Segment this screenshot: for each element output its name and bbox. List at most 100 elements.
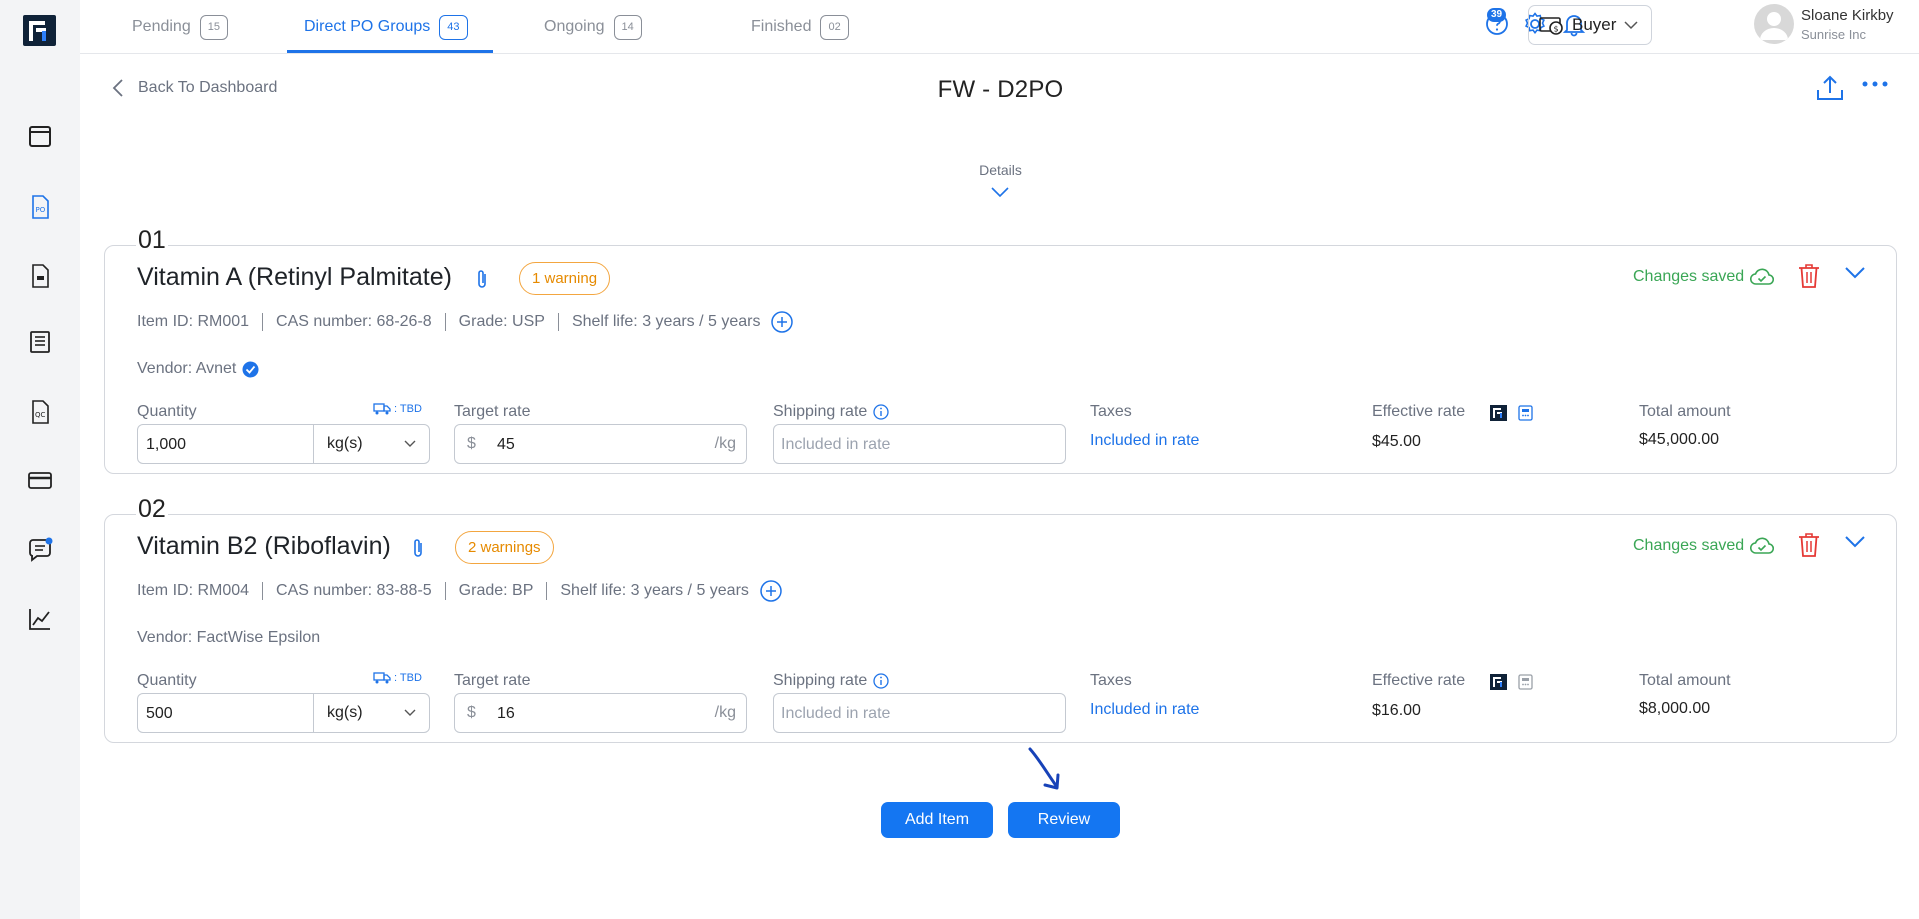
unit-select[interactable]: kg(s) [313, 693, 430, 733]
effective-rate-value: $16.00 [1372, 702, 1421, 719]
add-circle-icon[interactable] [759, 579, 783, 603]
vendor-name: Vendor: FactWise Epsilon [137, 629, 321, 646]
more-options-icon[interactable] [1862, 80, 1888, 88]
upload-icon[interactable] [1815, 74, 1845, 102]
rate-unit: /kg [714, 704, 736, 721]
warning-badge[interactable]: 2 warnings [455, 531, 554, 564]
user-name[interactable]: Sloane Kirkby [1801, 7, 1894, 24]
analytics-chart-icon[interactable] [26, 605, 54, 633]
avatar[interactable] [1754, 4, 1794, 44]
target-rate-input[interactable]: $ 16 /kg [454, 693, 747, 733]
chevron-down-icon[interactable] [1844, 266, 1866, 280]
divider [262, 582, 264, 600]
info-icon[interactable] [873, 673, 889, 689]
shipping-rate-input[interactable]: Included in rate [773, 693, 1066, 733]
total-amount-value: $8,000.00 [1639, 700, 1711, 717]
item-number: 01 [136, 226, 168, 254]
paperclip-icon[interactable] [475, 268, 489, 290]
target-rate-value: 16 [497, 705, 515, 722]
truck-icon [373, 403, 391, 415]
delivery-tbd[interactable]: : TBD [373, 403, 422, 415]
divider [557, 313, 559, 331]
changes-saved-status: Changes saved [1633, 537, 1775, 555]
chat-icon[interactable] [26, 536, 54, 564]
tab-direct-po-groups[interactable]: Direct PO Groups 43 [304, 0, 468, 54]
divider [546, 582, 548, 600]
paperclip-icon[interactable] [411, 537, 425, 559]
document-list-icon[interactable] [26, 328, 54, 356]
rate-unit: /kg [714, 435, 736, 452]
buyer-role-icon: $ [1539, 17, 1563, 35]
delete-trash-icon[interactable] [1798, 532, 1820, 558]
tbd-label: : TBD [394, 403, 422, 415]
vendor: Vendor: FactWise Epsilon [137, 629, 320, 647]
quantity-label: Quantity [137, 672, 197, 689]
calculator-icon[interactable] [1518, 405, 1533, 421]
chevron-down-icon[interactable] [1844, 535, 1866, 549]
tab-label: Ongoing [544, 18, 605, 35]
purchase-order-icon[interactable]: PO [26, 193, 54, 221]
role-label: Buyer [1572, 15, 1617, 34]
shelf-life: Shelf life: 3 years / 5 years [571, 313, 761, 330]
item-name: Vitamin A (Retinyl Palmitate) [137, 263, 452, 291]
saved-label: Changes saved [1633, 268, 1745, 285]
item-meta: Item ID: RM001 CAS number: 68-26-8 Grade… [137, 310, 794, 334]
tab-pending[interactable]: Pending 15 [132, 0, 228, 54]
divider [444, 582, 446, 600]
target-rate-input[interactable]: $ 45 /kg [454, 424, 747, 464]
shipping-rate-label: Shipping rate [773, 403, 889, 421]
warning-badge[interactable]: 1 warning [519, 262, 611, 295]
vendor: Vendor: Avnet [137, 360, 259, 378]
grade: Grade: BP [458, 582, 534, 599]
target-rate-label: Target rate [454, 403, 531, 420]
tab-finished[interactable]: Finished 02 [751, 0, 849, 54]
factwise-mini-logo-icon[interactable] [1490, 674, 1507, 690]
chevron-down-icon [1624, 21, 1638, 30]
quantity-input[interactable]: 500 [137, 693, 314, 733]
shipping-rate-label: Shipping rate [773, 672, 889, 690]
add-item-button[interactable]: Add Item [881, 802, 993, 838]
quantity-label: Quantity [137, 403, 197, 420]
saved-label: Changes saved [1633, 537, 1745, 554]
calculator-icon[interactable] [1518, 674, 1533, 690]
taxes-link[interactable]: Included in rate [1090, 701, 1199, 719]
unit-select[interactable]: kg(s) [313, 424, 430, 464]
effective-rate-value: $45.00 [1372, 433, 1421, 450]
delete-trash-icon[interactable] [1798, 263, 1820, 289]
item-id: Item ID: RM004 [137, 582, 250, 599]
quality-check-icon[interactable]: QC [26, 398, 54, 426]
tab-count-badge: 15 [199, 14, 228, 40]
details-toggle[interactable]: Details [0, 162, 1919, 178]
grade: Grade: USP [458, 313, 545, 330]
item-number: 02 [136, 495, 168, 523]
total-amount-label: Total amount [1639, 672, 1731, 689]
effective-rate-label: Effective rate [1372, 403, 1466, 420]
cloud-check-icon [1750, 268, 1775, 285]
shipping-rate-input[interactable]: Included in rate [773, 424, 1066, 464]
factwise-logo[interactable] [23, 15, 56, 46]
invoice-icon[interactable] [26, 262, 54, 290]
calendar-icon[interactable] [26, 122, 54, 150]
chevron-down-icon [404, 709, 416, 716]
currency-symbol: $ [467, 704, 476, 721]
arrow-annotation-icon [1028, 747, 1060, 790]
chevron-down-icon [404, 440, 416, 447]
verified-check-icon [242, 361, 259, 377]
role-select[interactable]: $ Buyer [1528, 5, 1652, 45]
item-name: Vitamin B2 (Riboflavin) [137, 532, 391, 560]
quantity-input[interactable]: 1,000 [137, 424, 314, 464]
add-circle-icon[interactable] [770, 310, 794, 334]
factwise-mini-logo-icon[interactable] [1490, 405, 1507, 421]
divider [444, 313, 446, 331]
delivery-tbd[interactable]: : TBD [373, 672, 422, 684]
chevron-down-icon[interactable] [991, 186, 1009, 198]
taxes-link[interactable]: Included in rate [1090, 432, 1199, 450]
tab-ongoing[interactable]: Ongoing 14 [544, 0, 642, 54]
sidebar: PO QC [0, 0, 80, 919]
review-button[interactable]: Review [1008, 802, 1120, 838]
target-rate-value: 45 [497, 436, 515, 453]
tab-count-badge: 14 [613, 14, 642, 40]
currency-symbol: $ [467, 435, 476, 452]
payment-card-icon[interactable] [26, 466, 54, 494]
info-icon[interactable] [873, 404, 889, 420]
